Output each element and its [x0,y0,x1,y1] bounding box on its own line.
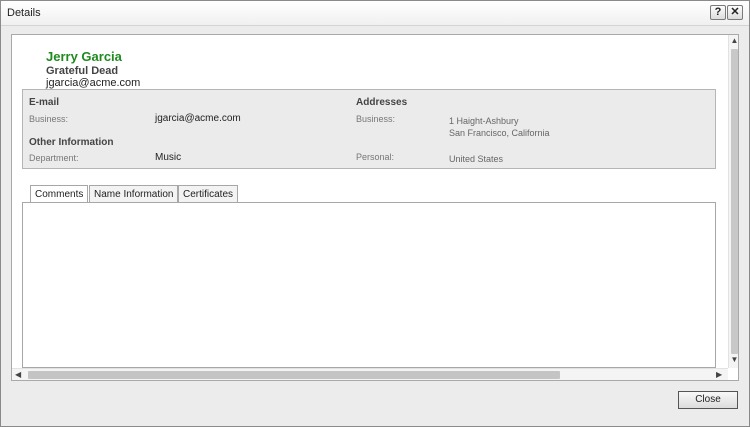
email-business-label: Business: [29,114,69,124]
other-info-heading: Other Information [29,137,114,148]
comments-panel[interactable] [22,202,716,368]
horizontal-scroll-thumb[interactable] [28,371,560,379]
address-personal-label: Personal: [356,152,395,162]
vertical-scrollbar[interactable]: ▲ ▼ [728,35,738,368]
chevron-up-icon[interactable]: ▲ [729,36,738,45]
window-title: Details [7,7,41,19]
info-panel: E-mail Business: jgarcia@acme.com Other … [22,89,716,169]
contact-company: Grateful Dead [46,65,119,77]
details-content: Jerry Garcia Grateful Dead jgarcia@acme.… [11,34,739,381]
email-heading: E-mail [29,97,60,108]
contact-email: jgarcia@acme.com [46,77,141,89]
address-business-label: Business: [356,114,396,124]
tab-name-information[interactable]: Name Information [89,185,179,202]
address-business-line1: 1 Haight-Ashbury [449,116,519,126]
department-label: Department: [29,153,79,163]
email-business-value: jgarcia@acme.com [155,113,241,124]
window-close-button[interactable]: ✕ [727,5,743,20]
chevron-left-icon[interactable]: ◀ [15,369,21,380]
address-business-line2: San Francisco, California [449,128,550,138]
addresses-heading: Addresses [356,97,408,108]
tab-certificates[interactable]: Certificates [178,185,239,202]
close-button[interactable]: Close [678,391,738,409]
tab-comments[interactable]: Comments [30,185,89,203]
chevron-right-icon[interactable]: ▶ [716,369,722,380]
chevron-down-icon[interactable]: ▼ [729,355,738,364]
vertical-scroll-thumb[interactable] [731,49,738,354]
title-bar: Details ? ✕ [1,1,749,26]
horizontal-scrollbar[interactable]: ◀ ▶ [12,368,728,380]
contact-name: Jerry Garcia [46,49,122,64]
details-window: Details ? ✕ Jerry Garcia Grateful Dead j… [0,0,750,427]
address-personal-value: United States [449,154,504,164]
help-button[interactable]: ? [710,5,726,20]
department-value: Music [155,152,182,163]
